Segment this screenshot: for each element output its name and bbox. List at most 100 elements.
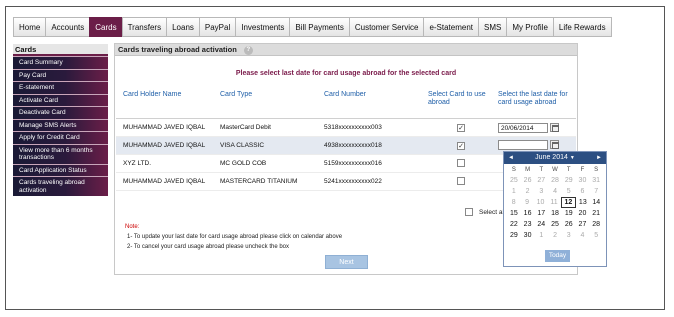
- calendar-day[interactable]: 28: [548, 175, 562, 186]
- last-date-input[interactable]: [498, 139, 548, 150]
- tab-sms[interactable]: SMS: [478, 17, 507, 37]
- calendar-day[interactable]: 22: [507, 219, 521, 230]
- prev-month-icon[interactable]: ◄: [508, 152, 514, 164]
- calendar-day[interactable]: 13: [576, 197, 589, 208]
- select-card-checkbox[interactable]: ✓: [457, 141, 465, 150]
- calendar-day[interactable]: 31: [589, 175, 603, 186]
- calendar-day[interactable]: 9: [520, 197, 533, 208]
- next-button[interactable]: Next: [325, 255, 368, 269]
- select-card-checkbox[interactable]: ✓: [457, 123, 465, 132]
- page-title: Cards traveling abroad activation: [118, 45, 237, 54]
- calendar-day[interactable]: 6: [576, 186, 590, 197]
- sidebar-item-activate-card[interactable]: Activate Card: [13, 93, 108, 106]
- calendar-day[interactable]: 26: [562, 219, 576, 230]
- calendar-day[interactable]: 27: [534, 175, 548, 186]
- chevron-down-icon[interactable]: ▼: [570, 155, 575, 161]
- calendar-day[interactable]: 11: [547, 197, 560, 208]
- calendar-day[interactable]: 1: [534, 230, 548, 241]
- calendar-day[interactable]: 29: [507, 230, 521, 241]
- calendar-day[interactable]: 2: [521, 186, 535, 197]
- card-holder: XYZ LTD.: [123, 160, 152, 167]
- calendar-day[interactable]: 29: [562, 175, 576, 186]
- calendar-day[interactable]: 24: [534, 219, 548, 230]
- calendar-day[interactable]: 1: [507, 186, 521, 197]
- calendar-icon[interactable]: [550, 123, 559, 132]
- calendar-day[interactable]: 16: [521, 208, 535, 219]
- calendar-day[interactable]: 5: [589, 230, 603, 241]
- calendar-day[interactable]: 8: [507, 197, 520, 208]
- calendar-day[interactable]: 7: [589, 186, 603, 197]
- card-type: MC GOLD COB: [220, 160, 267, 167]
- today-button[interactable]: Today: [545, 250, 570, 262]
- col-date-header: Select the last date for card usage abro…: [498, 91, 568, 106]
- calendar-week: 29 30 1 2 3 4 5: [507, 230, 603, 241]
- calendar-week: 8 9 10 11 12 13 14: [507, 197, 603, 208]
- tab-loans[interactable]: Loans: [166, 17, 199, 37]
- calendar-day[interactable]: 14: [590, 197, 603, 208]
- calendar-day[interactable]: 20: [576, 208, 590, 219]
- note-line: 1- To update your last date for card usa…: [127, 234, 343, 240]
- tab-bill-payments[interactable]: Bill Payments: [289, 17, 349, 37]
- tab-home[interactable]: Home: [13, 17, 46, 37]
- sidebar: Cards Card Summary Pay Card E-statement …: [13, 44, 108, 196]
- calendar-day[interactable]: 4: [576, 230, 590, 241]
- sidebar-item-e-statement[interactable]: E-statement: [13, 81, 108, 94]
- calendar-day[interactable]: 5: [562, 186, 576, 197]
- sidebar-item-application-status[interactable]: Card Application Status: [13, 163, 108, 176]
- calendar-day[interactable]: 12: [560, 197, 577, 208]
- last-date-input[interactable]: 20/06/2014: [498, 122, 548, 133]
- weekday-label: W: [552, 167, 558, 173]
- sidebar-item-pay-card[interactable]: Pay Card: [13, 68, 108, 81]
- tab-cards[interactable]: Cards: [89, 17, 122, 37]
- card-number: 5241xxxxxxxxxx022: [324, 178, 382, 185]
- calendar-day[interactable]: 25: [507, 175, 521, 186]
- tab-customer-service[interactable]: Customer Service: [348, 17, 424, 37]
- calendar-day[interactable]: 15: [507, 208, 521, 219]
- sidebar-item-card-summary[interactable]: Card Summary: [13, 56, 108, 69]
- table-header: Card Holder Name Card Type Card Number S…: [116, 84, 576, 119]
- calendar-week: 22 23 24 25 26 27 28: [507, 219, 603, 230]
- calendar-day[interactable]: 10: [534, 197, 547, 208]
- calendar-day[interactable]: 18: [548, 208, 562, 219]
- sidebar-item-apply-credit-card[interactable]: Apply for Credit Card: [13, 131, 108, 144]
- weekday-row: SMTWTFS: [507, 165, 603, 175]
- tab-investments[interactable]: Investments: [235, 17, 290, 37]
- calendar-day[interactable]: 3: [534, 186, 548, 197]
- calendar-day[interactable]: 27: [576, 219, 590, 230]
- calendar-day[interactable]: 26: [521, 175, 535, 186]
- sidebar-item-traveling-abroad[interactable]: Cards traveling abroad activation: [13, 176, 108, 196]
- tab-life-rewards[interactable]: Life Rewards: [552, 17, 612, 37]
- sidebar-item-view-transactions[interactable]: View more than 6 months transactions: [13, 143, 108, 164]
- select-card-checkbox[interactable]: [457, 176, 465, 185]
- card-holder: MUHAMMAD JAVED IQBAL: [123, 178, 206, 185]
- card-number: 5159xxxxxxxxxx016: [324, 160, 382, 167]
- calendar-day[interactable]: 25: [548, 219, 562, 230]
- tab-paypal[interactable]: PayPal: [198, 17, 236, 37]
- calendar-month[interactable]: June 2014: [535, 154, 568, 161]
- calendar-day[interactable]: 28: [589, 219, 603, 230]
- calendar-day[interactable]: 3: [562, 230, 576, 241]
- calendar-day[interactable]: 2: [548, 230, 562, 241]
- calendar-week: 1234567: [507, 186, 603, 197]
- select-card-checkbox[interactable]: [457, 158, 465, 167]
- tab-my-profile[interactable]: My Profile: [506, 17, 553, 37]
- calendar-day[interactable]: 23: [521, 219, 535, 230]
- calendar-icon[interactable]: [550, 140, 559, 149]
- calendar-day[interactable]: 30: [521, 230, 535, 241]
- calendar-day[interactable]: 19: [562, 208, 576, 219]
- tab-accounts[interactable]: Accounts: [45, 17, 90, 37]
- tab-e-statement[interactable]: e-Statement: [423, 17, 479, 37]
- sidebar-item-manage-sms-alerts[interactable]: Manage SMS Alerts: [13, 118, 108, 131]
- calendar-day[interactable]: 4: [548, 186, 562, 197]
- calendar-day[interactable]: 30: [576, 175, 590, 186]
- next-month-icon[interactable]: ►: [596, 152, 602, 164]
- col-select-header: Select Card to use abroad: [428, 91, 486, 106]
- table-row: MUHAMMAD JAVED IQBAL MasterCard Debit 53…: [116, 119, 576, 137]
- note-line: 2- To cancel your card usage abroad plea…: [127, 244, 289, 250]
- sidebar-item-deactivate-card[interactable]: Deactivate Card: [13, 106, 108, 119]
- calendar-day[interactable]: 21: [589, 208, 603, 219]
- select-all-checkbox[interactable]: [465, 208, 473, 216]
- tab-transfers[interactable]: Transfers: [121, 17, 167, 37]
- calendar-day[interactable]: 17: [534, 208, 548, 219]
- help-icon[interactable]: ?: [243, 46, 253, 55]
